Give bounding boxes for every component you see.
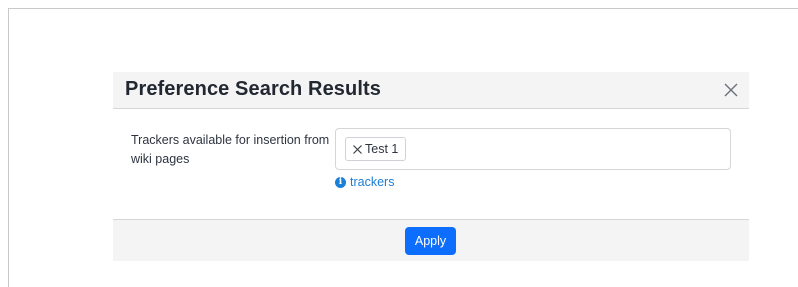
close-button[interactable]	[723, 82, 739, 98]
apply-button[interactable]: Apply	[405, 227, 456, 255]
modal-footer: Apply	[113, 219, 749, 261]
trackers-select-field[interactable]: Test 1	[335, 128, 731, 170]
selected-tracker-chip[interactable]: Test 1	[345, 137, 407, 161]
info-icon: i	[335, 176, 346, 188]
modal-header: Preference Search Results	[113, 72, 749, 109]
modal-title: Preference Search Results	[125, 78, 381, 100]
trackers-help-link[interactable]: i trackers	[335, 175, 394, 189]
chip-label: Test 1	[365, 142, 399, 156]
modal-body: Trackers available for insertion from wi…	[113, 109, 749, 219]
help-link-text[interactable]: trackers	[350, 175, 394, 189]
preference-label: Trackers available for insertion from wi…	[131, 133, 330, 166]
x-icon[interactable]	[352, 144, 363, 155]
preference-search-modal: Preference Search Results Trackers avail…	[113, 72, 749, 261]
close-icon	[723, 82, 739, 98]
